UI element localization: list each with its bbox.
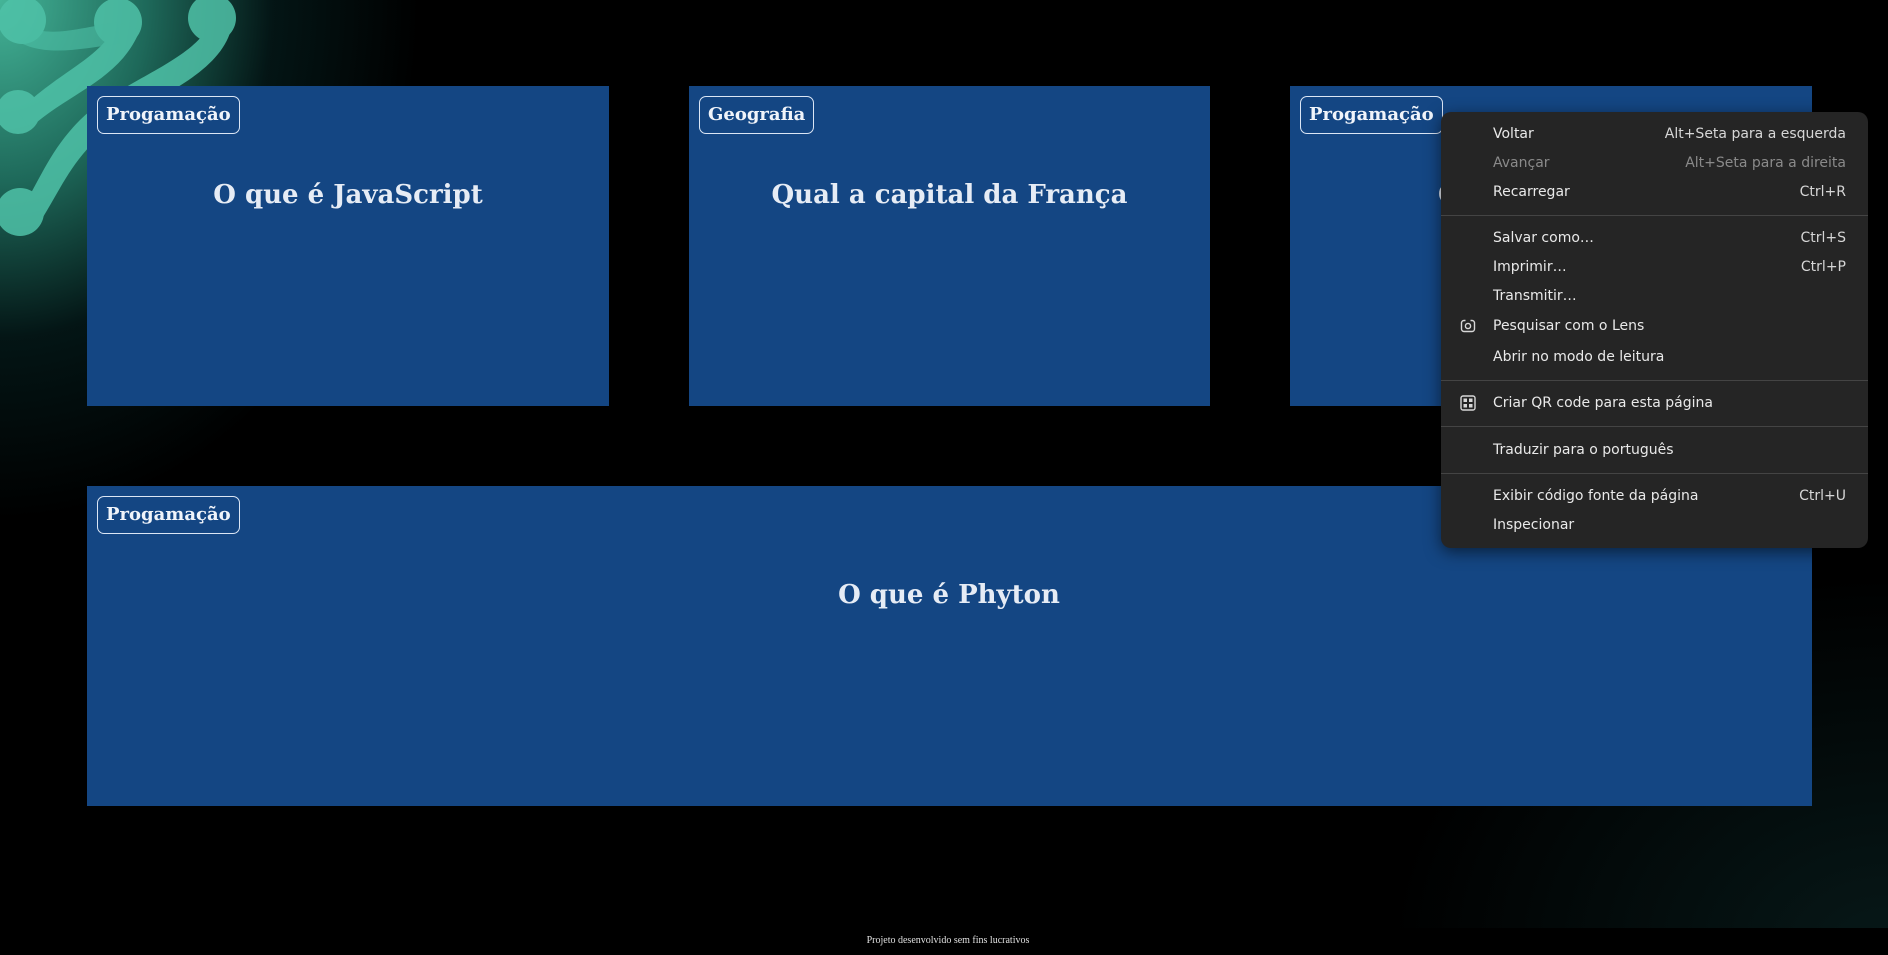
- card-title: O que é Phyton: [838, 580, 1060, 610]
- card-title: O que é JavaScript: [213, 180, 483, 210]
- footer-text: Projeto desenvolvido sem fins lucrativos: [866, 935, 1030, 946]
- menu-separator: [1441, 215, 1868, 216]
- menu-item-label: Abrir no modo de leitura: [1493, 349, 1665, 365]
- menu-item-codigo-fonte[interactable]: Exibir código fonte da página Ctrl+U: [1441, 482, 1868, 510]
- menu-item-label: Imprimir…: [1493, 259, 1567, 275]
- question-card-2[interactable]: Geografia Qual a capital da França: [689, 86, 1210, 406]
- category-tag: Progamação: [1300, 96, 1443, 134]
- menu-item-shortcut: Ctrl+P: [1800, 259, 1846, 275]
- menu-item-label: Avançar: [1493, 155, 1550, 171]
- menu-item-shortcut: Ctrl+U: [1799, 488, 1846, 504]
- menu-item-shortcut: Alt+Seta para a direita: [1685, 155, 1846, 171]
- menu-item-inspecionar[interactable]: Inspecionar: [1441, 511, 1868, 539]
- menu-item-criar-qr-code[interactable]: Criar QR code para esta página: [1441, 389, 1868, 417]
- category-tag: Progamação: [97, 496, 240, 534]
- menu-item-salvar-como[interactable]: Salvar como… Ctrl+S: [1441, 224, 1868, 252]
- menu-separator: [1441, 426, 1868, 427]
- menu-item-voltar[interactable]: Voltar Alt+Seta para a esquerda: [1441, 120, 1868, 148]
- menu-item-label: Inspecionar: [1493, 517, 1575, 533]
- card-title: Qual a capital da França: [771, 180, 1128, 210]
- question-card-1[interactable]: Progamação O que é JavaScript: [87, 86, 609, 406]
- menu-item-pesquisar-lens[interactable]: Pesquisar com o Lens: [1441, 312, 1868, 340]
- menu-item-imprimir[interactable]: Imprimir… Ctrl+P: [1441, 253, 1868, 281]
- menu-separator: [1441, 473, 1868, 474]
- category-tag: Geografia: [699, 96, 815, 134]
- menu-item-shortcut: Ctrl+R: [1799, 184, 1846, 200]
- menu-item-transmitir[interactable]: Transmitir…: [1441, 282, 1868, 310]
- menu-item-label: Traduzir para o português: [1493, 442, 1674, 458]
- menu-item-label: Exibir código fonte da página: [1493, 488, 1699, 504]
- lens-icon: [1459, 317, 1477, 335]
- category-tag: Progamação: [97, 96, 240, 134]
- menu-item-shortcut: Ctrl+S: [1800, 230, 1846, 246]
- menu-item-recarregar[interactable]: Recarregar Ctrl+R: [1441, 178, 1868, 206]
- menu-item-label: Pesquisar com o Lens: [1493, 318, 1645, 334]
- menu-item-label: Salvar como…: [1493, 230, 1594, 246]
- menu-item-label: Recarregar: [1493, 184, 1570, 200]
- menu-item-shortcut: Alt+Seta para a esquerda: [1664, 126, 1846, 142]
- menu-item-label: Voltar: [1493, 126, 1534, 142]
- menu-item-label: Criar QR code para esta página: [1493, 395, 1713, 411]
- menu-item-avancar[interactable]: Avançar Alt+Seta para a direita: [1441, 149, 1868, 177]
- qr-code-icon: [1459, 394, 1477, 412]
- menu-item-label: Transmitir…: [1493, 288, 1577, 304]
- context-menu: Voltar Alt+Seta para a esquerda Avançar …: [1441, 112, 1868, 548]
- menu-item-modo-leitura[interactable]: Abrir no modo de leitura: [1441, 343, 1868, 371]
- menu-separator: [1441, 380, 1868, 381]
- footer: Projeto desenvolvido sem fins lucrativos: [8, 928, 1888, 955]
- menu-item-traduzir[interactable]: Traduzir para o português: [1441, 436, 1868, 464]
